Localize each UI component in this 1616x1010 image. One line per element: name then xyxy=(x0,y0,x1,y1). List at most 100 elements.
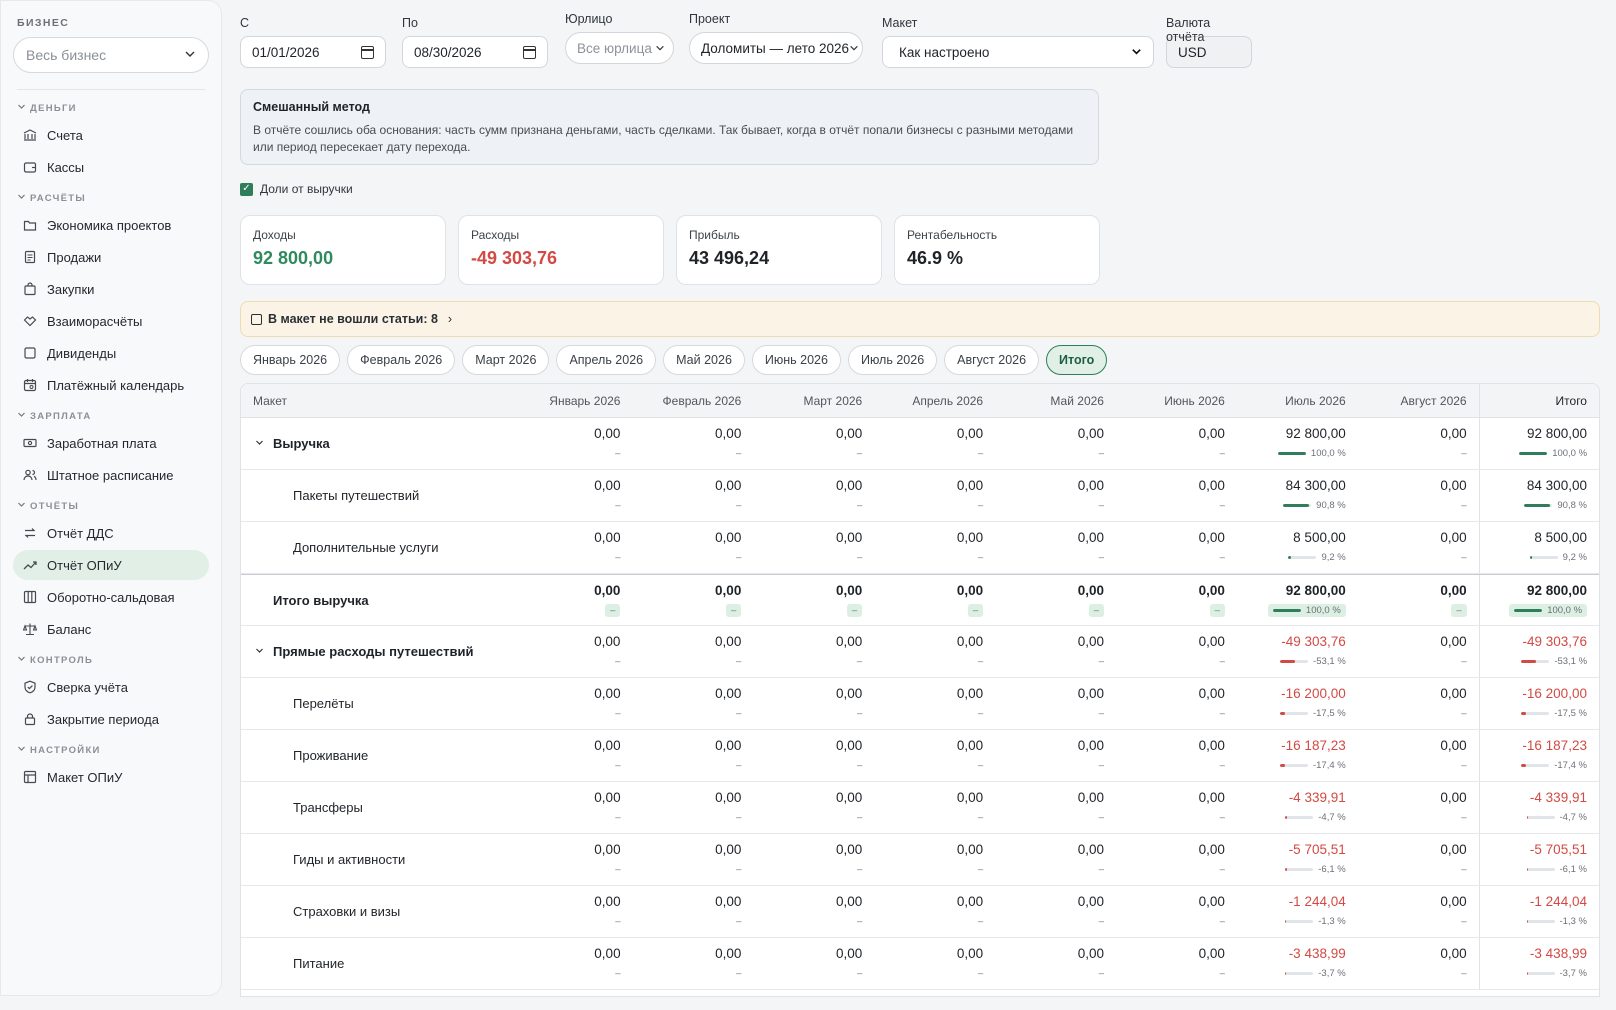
business-select[interactable]: Весь бизнес xyxy=(13,37,209,73)
revenue-share-toggle[interactable]: ✓ Доли от выручки xyxy=(240,182,353,196)
calendar-icon[interactable] xyxy=(361,45,374,59)
share-percent: -53,1 % xyxy=(1313,655,1346,667)
value-cell: 0,00 – xyxy=(1358,938,1479,989)
value-cell: -16 187,23 -17,4 % xyxy=(1237,730,1358,781)
sidebar-item[interactable]: Макет ОПиУ xyxy=(13,762,209,792)
column-header[interactable]: Март 2026 xyxy=(753,394,874,408)
sidebar-section-header[interactable]: РАСЧЁТЫ xyxy=(17,192,205,204)
sidebar-section-header[interactable]: ЗАРПЛАТА xyxy=(17,410,205,422)
share-dash: – xyxy=(1461,655,1467,667)
cell-value: 0,00 xyxy=(594,946,621,961)
sidebar-section-header[interactable]: НАСТРОЙКИ xyxy=(17,744,205,756)
sidebar-section-header[interactable]: ДЕНЬГИ xyxy=(17,102,205,114)
date-to-input[interactable]: 08/30/2026 xyxy=(402,36,548,68)
sidebar-item[interactable]: Закрытие периода xyxy=(13,704,209,734)
filter-from: С 01/01/2026 xyxy=(240,16,386,68)
sidebar-item[interactable]: Заработная плата xyxy=(13,428,209,458)
row-name-cell: Перелёты xyxy=(241,678,512,729)
value-cell: 0,00 – xyxy=(995,938,1116,989)
cell-value: -16 200,00 xyxy=(1281,686,1346,701)
cell-value: 0,00 xyxy=(1198,790,1225,805)
row-name-cell[interactable]: Выручка xyxy=(241,418,512,469)
sidebar-item[interactable]: Отчёт ОПиУ xyxy=(13,550,209,580)
period-tab[interactable]: Июль 2026 xyxy=(847,345,938,375)
cell-share: 90,8 % xyxy=(1480,499,1587,511)
column-header[interactable]: Май 2026 xyxy=(995,394,1116,408)
column-header[interactable]: Январь 2026 xyxy=(512,394,633,408)
column-header[interactable]: Февраль 2026 xyxy=(632,394,753,408)
sidebar-item[interactable]: Счета xyxy=(13,120,209,150)
value-cell: 0,00 – xyxy=(512,418,633,469)
business-label: БИЗНЕС xyxy=(17,17,70,29)
checkbox-icon[interactable] xyxy=(251,313,262,325)
sidebar-item[interactable]: Дивиденды xyxy=(13,338,209,368)
sidebar-item[interactable]: Платёжный календарь xyxy=(13,370,209,400)
cell-share: 100,0 % xyxy=(1237,447,1346,459)
sidebar-item[interactable]: Продажи xyxy=(13,242,209,272)
unmapped-items-banner[interactable]: В макет не вошли статьи: 8 › xyxy=(240,301,1600,337)
sidebar-item[interactable]: Экономика проектов xyxy=(13,210,209,240)
period-tab[interactable]: Март 2026 xyxy=(462,345,550,375)
cell-share: – xyxy=(1358,655,1467,667)
sidebar-item[interactable]: Штатное расписание xyxy=(13,460,209,490)
share-dash: – xyxy=(736,447,742,459)
period-tab[interactable]: Май 2026 xyxy=(663,345,745,375)
value-cell: 84 300,00 90,8 % xyxy=(1237,470,1358,521)
value-cell: 84 300,00 90,8 % xyxy=(1478,470,1599,521)
kpi-label: Прибыль xyxy=(689,228,740,242)
chevron-down-icon[interactable] xyxy=(255,646,273,658)
share-dash: – xyxy=(857,759,863,771)
calendar-icon[interactable] xyxy=(523,45,536,59)
share-dash: – xyxy=(977,863,984,875)
value-cell: 0,00 – xyxy=(753,730,874,781)
value-cell: 0,00 – xyxy=(753,418,874,469)
entity-select[interactable]: Все юрлица xyxy=(565,32,674,64)
share-dash: – xyxy=(731,604,737,616)
cell-value: 0,00 xyxy=(956,583,984,598)
cell-share: – xyxy=(512,655,620,667)
sidebar-item[interactable]: Закупки xyxy=(13,274,209,304)
period-tab[interactable]: Январь 2026 xyxy=(240,345,341,375)
share-dash: – xyxy=(857,551,863,563)
value-cell: 0,00 – xyxy=(512,782,633,833)
cell-value: 0,00 xyxy=(1198,634,1225,649)
sidebar-section-header[interactable]: КОНТРОЛЬ xyxy=(17,654,205,666)
share-dash: – xyxy=(977,499,984,511)
sidebar-item[interactable]: Отчёт ДДС xyxy=(13,518,209,548)
column-header[interactable]: Июль 2026 xyxy=(1237,394,1358,408)
sidebar-item[interactable]: Взаиморасчёты xyxy=(13,306,209,336)
row-name: Пакеты путешествий xyxy=(293,488,420,503)
share-dash: – xyxy=(615,551,621,563)
share-dash: – xyxy=(1098,447,1104,459)
cell-value: -49 303,76 xyxy=(1522,634,1588,649)
sidebar-item[interactable]: Баланс xyxy=(13,614,209,644)
cell-value: -4 339,91 xyxy=(1288,790,1346,805)
period-tab[interactable]: Итого xyxy=(1046,345,1108,375)
project-select[interactable]: Доломиты — лето 2026 xyxy=(689,32,863,64)
cell-share: – xyxy=(633,967,741,979)
column-header[interactable]: Август 2026 xyxy=(1358,394,1479,408)
column-header[interactable]: Итого xyxy=(1478,384,1599,418)
sidebar-item[interactable]: Оборотно-сальдовая xyxy=(13,582,209,612)
period-tab[interactable]: Апрель 2026 xyxy=(556,345,657,375)
value-cell: 0,00 – xyxy=(1358,418,1479,469)
chevron-down-icon[interactable] xyxy=(255,438,273,450)
row-name-cell[interactable]: Прямые расходы путешествий xyxy=(241,626,512,677)
column-header[interactable]: Июнь 2026 xyxy=(1116,394,1237,408)
sidebar-section-header[interactable]: ОТЧЁТЫ xyxy=(17,500,205,512)
sidebar-item[interactable]: Сверка учёта xyxy=(13,672,209,702)
period-tab[interactable]: Февраль 2026 xyxy=(347,345,456,375)
cell-value: 0,00 xyxy=(715,894,742,909)
column-header[interactable]: Апрель 2026 xyxy=(874,394,995,408)
sidebar-item[interactable]: Кассы xyxy=(13,152,209,182)
cell-value: 0,00 xyxy=(956,634,984,649)
cell-value: 0,00 xyxy=(956,478,984,493)
date-from-input[interactable]: 01/01/2026 xyxy=(240,36,386,68)
cell-value: 0,00 xyxy=(1077,790,1105,805)
cell-value: 0,00 xyxy=(1077,426,1104,441)
period-tab[interactable]: Июнь 2026 xyxy=(751,345,841,375)
period-tab[interactable]: Август 2026 xyxy=(944,345,1040,375)
layout-select[interactable]: Как настроено xyxy=(882,36,1154,68)
checkbox-checked-icon[interactable]: ✓ xyxy=(240,182,253,196)
cell-value: 0,00 xyxy=(1198,946,1225,961)
